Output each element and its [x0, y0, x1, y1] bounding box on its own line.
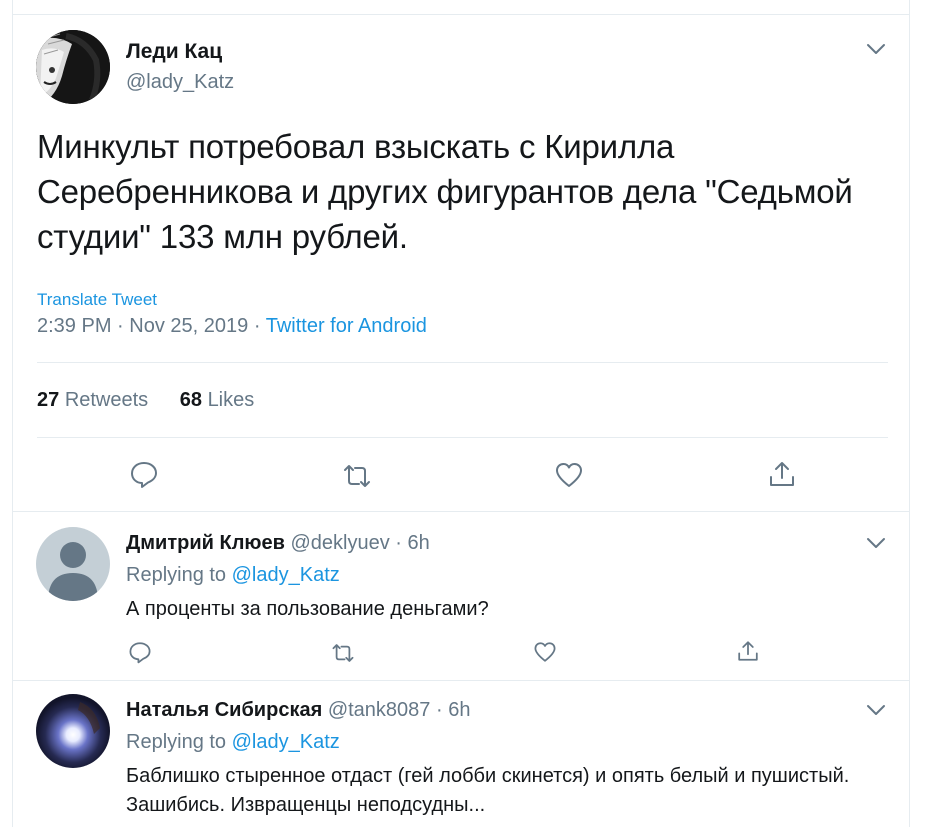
reply-text: Баблишко стыренное отдаст (гей лобби ски… — [126, 765, 850, 816]
timeline-border-right — [909, 0, 910, 827]
chevron-down-icon[interactable] — [865, 42, 887, 56]
replying-to-prefix: Replying to — [126, 564, 227, 586]
reply-text: А проценты за пользование деньгами? — [126, 598, 489, 620]
replying-to-link[interactable]: @lady_Katz — [232, 564, 340, 586]
header-separator: · — [435, 699, 443, 721]
retweet-icon[interactable] — [331, 641, 355, 665]
likes-count: 68 — [179, 389, 202, 411]
divider — [12, 680, 910, 681]
share-icon[interactable] — [736, 639, 760, 663]
reply-time[interactable]: 6h — [408, 532, 430, 554]
reply-author-handle[interactable]: @tank8087 — [328, 699, 431, 721]
reply-icon[interactable] — [128, 640, 152, 664]
author-avatar[interactable] — [36, 30, 110, 104]
tweet-time[interactable]: 2:39 PM — [37, 315, 111, 337]
reply-time[interactable]: 6h — [448, 699, 470, 721]
tweet-meta: 2:39 PM · Nov 25, 2019 · Twitter for And… — [37, 315, 427, 338]
meta-separator: · — [253, 315, 261, 337]
default-avatar-image — [36, 527, 110, 601]
likes-stat[interactable]: 68 Likes — [180, 389, 255, 411]
reply-header: Дмитрий Клюев @deklyuev · 6h — [126, 532, 430, 555]
reply-avatar[interactable] — [36, 694, 110, 768]
translate-tweet-link[interactable]: Translate Tweet — [37, 290, 157, 310]
divider — [12, 511, 910, 512]
timeline-border-top — [12, 14, 910, 15]
meta-separator: · — [117, 315, 124, 337]
tweet-date[interactable]: Nov 25, 2019 — [129, 315, 248, 337]
reply-icon[interactable] — [129, 459, 159, 489]
reply-avatar[interactable] — [36, 527, 110, 601]
retweets-stat[interactable]: 27 Retweets — [37, 389, 154, 411]
reply-author-name[interactable]: Дмитрий Клюев — [126, 532, 285, 554]
timeline-border-left — [12, 0, 13, 827]
retweets-label: Retweets — [64, 389, 149, 411]
reply-author-handle[interactable]: @deklyuev — [290, 532, 389, 554]
replying-to-prefix: Replying to — [126, 731, 227, 753]
author-handle[interactable]: @lady_Katz — [126, 71, 234, 94]
chevron-down-icon[interactable] — [865, 536, 887, 550]
header-separator: · — [395, 532, 402, 554]
reply-author-name[interactable]: Наталья Сибирская — [126, 699, 322, 721]
retweets-count: 27 — [37, 389, 60, 411]
reply-avatar-image — [36, 694, 110, 768]
reply-header: Наталья Сибирская @tank8087 · 6h — [126, 699, 470, 722]
tweet-source-link[interactable]: Twitter for Android — [266, 315, 427, 337]
replying-to: Replying to @lady_Katz — [126, 731, 340, 754]
author-name[interactable]: Леди Кац — [126, 40, 222, 64]
tweet-text: Минкульт потребовал взыскать с Кирилла С… — [37, 128, 853, 255]
heart-icon[interactable] — [533, 640, 557, 664]
retweet-icon[interactable] — [342, 461, 372, 491]
author-avatar-image — [36, 30, 110, 104]
likes-label: Likes — [207, 389, 255, 411]
tweet-stats: 27 Retweets 68 Likes — [37, 389, 280, 412]
share-icon[interactable] — [767, 459, 797, 489]
divider — [37, 437, 888, 438]
heart-icon[interactable] — [554, 460, 584, 490]
divider — [37, 362, 888, 363]
replying-to-link[interactable]: @lady_Katz — [232, 731, 340, 753]
chevron-down-icon[interactable] — [865, 703, 887, 717]
replying-to: Replying to @lady_Katz — [126, 564, 340, 587]
